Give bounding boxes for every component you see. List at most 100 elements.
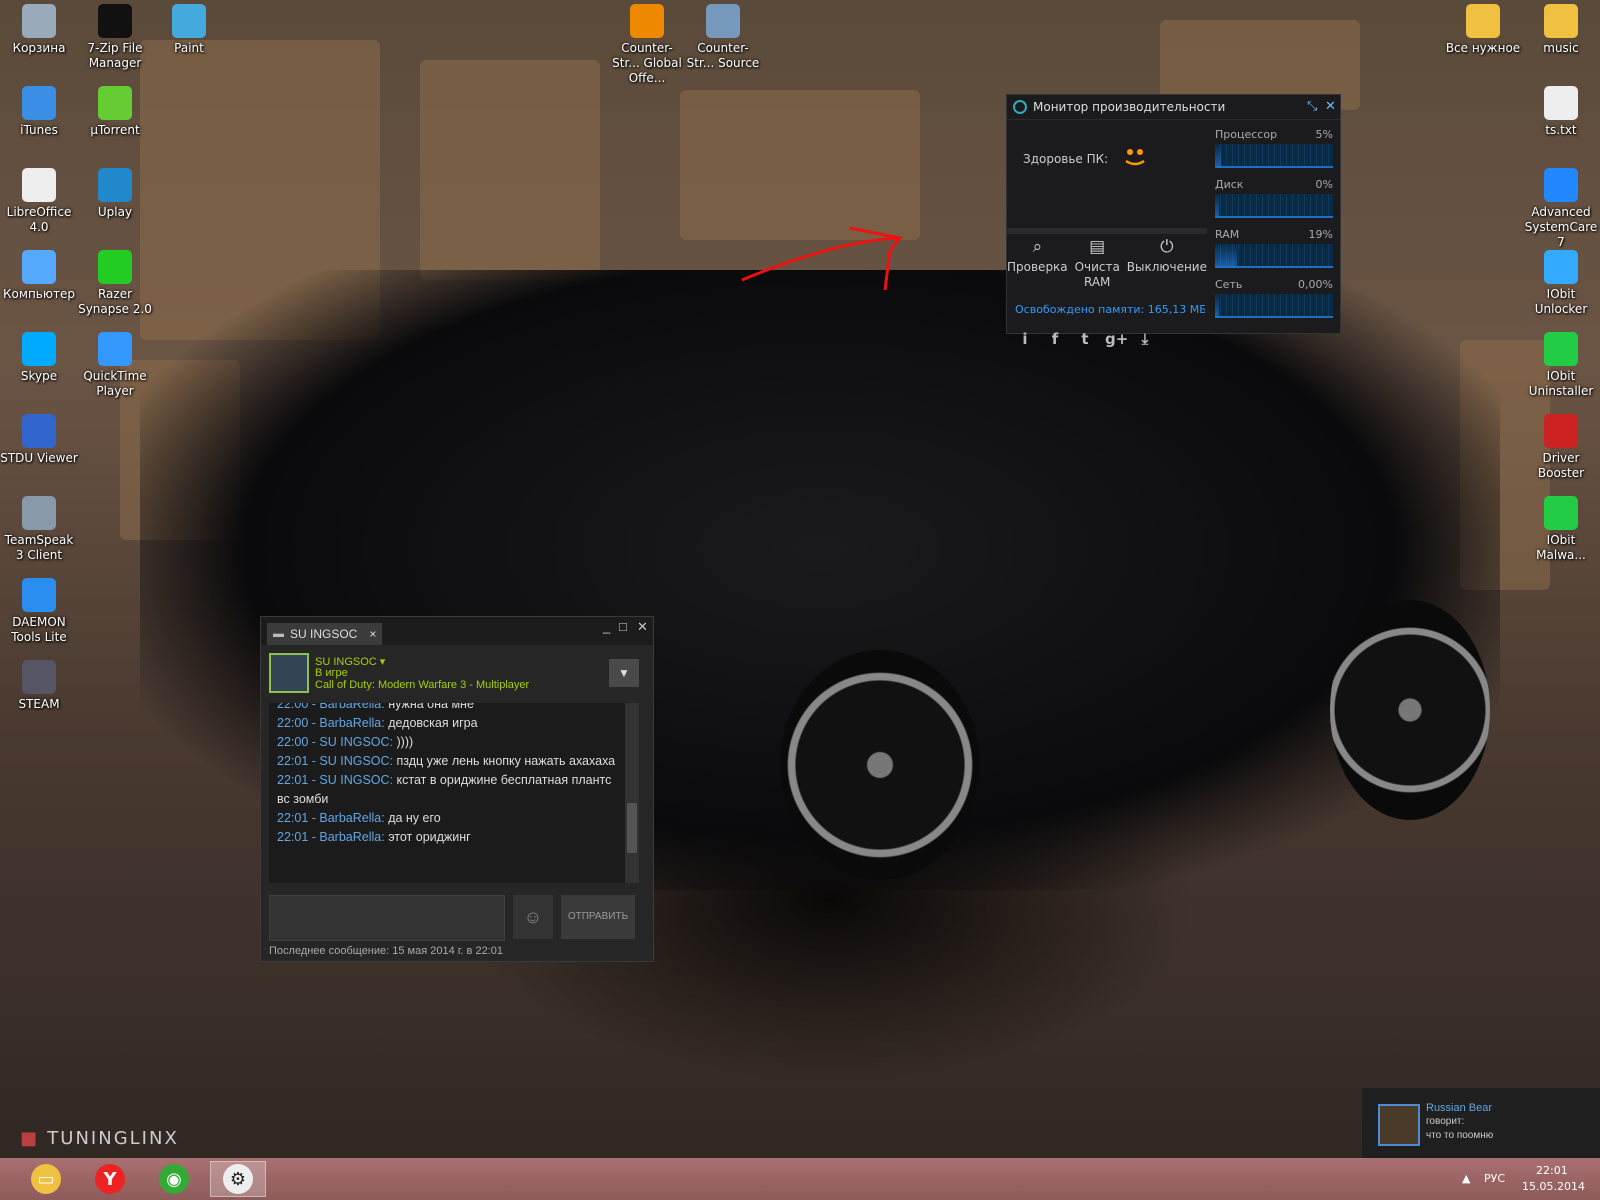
- paint-icon: [172, 4, 206, 38]
- desktop-icon[interactable]: 7-Zip File Manager: [76, 4, 154, 71]
- chat-options-button[interactable]: ▼: [609, 659, 639, 687]
- desktop-icon-label: Razer Synapse 2.0: [78, 287, 152, 316]
- download-icon[interactable]: ⤓: [1135, 330, 1155, 350]
- desktop-icon-label: Компьютер: [3, 287, 75, 301]
- taskbar-button-explorer[interactable]: ▭: [18, 1161, 74, 1197]
- desktop-icon[interactable]: Paint: [150, 4, 228, 56]
- desktop-icon[interactable]: LibreOffice 4.0: [0, 168, 78, 235]
- message-author[interactable]: SU INGSOC: [319, 773, 389, 787]
- chat-message-input[interactable]: [269, 895, 505, 941]
- emoticon-button[interactable]: ☺: [513, 895, 553, 939]
- iobit-unlocker-icon: [1544, 250, 1578, 284]
- facebook-icon[interactable]: f: [1045, 330, 1065, 350]
- desktop-icon[interactable]: QuickTime Player: [76, 332, 154, 399]
- message-text: нужна она мне: [388, 703, 474, 711]
- meter-graph: [1215, 244, 1333, 268]
- chat-scrollbar[interactable]: [625, 703, 639, 883]
- message-meta: 22:01 - SU INGSOC:: [277, 754, 397, 768]
- perf-action-button[interactable]: ⌕ Проверка: [1007, 239, 1068, 290]
- desktop-icon[interactable]: Driver Booster: [1522, 414, 1600, 481]
- taskbar-button-chrome[interactable]: ◉: [146, 1161, 202, 1197]
- desktop-icon[interactable]: Advanced SystemCare 7: [1522, 168, 1600, 250]
- meter-label: Сеть: [1215, 278, 1243, 291]
- desktop-icon[interactable]: Uplay: [76, 168, 154, 220]
- desktop-icon[interactable]: µTorrent: [76, 86, 154, 138]
- message-time: 22:01: [277, 754, 309, 768]
- language-indicator[interactable]: РУС: [1484, 1172, 1505, 1185]
- desktop-icon[interactable]: Counter-Str... Source: [684, 4, 762, 71]
- desktop-icon-label: TeamSpeak 3 Client: [4, 533, 74, 562]
- message-author[interactable]: SU INGSOC: [319, 754, 389, 768]
- message-author[interactable]: BarbaRella: [319, 830, 381, 844]
- desktop-icon[interactable]: DAEMON Tools Lite: [0, 578, 78, 645]
- tab-close-icon[interactable]: ×: [369, 627, 376, 641]
- desktop-icon[interactable]: Компьютер: [0, 250, 78, 302]
- desktop-icon[interactable]: IObit Malwa...: [1522, 496, 1600, 563]
- steam-message-notification[interactable]: Russian Bear говорит: что то поомню: [1362, 1088, 1600, 1160]
- perf-action-button[interactable]: ▤ Очиста RAM: [1068, 239, 1127, 290]
- desktop-icon[interactable]: Корзина: [0, 4, 78, 56]
- meter-label: Процессор: [1215, 128, 1278, 141]
- chat-log: 22:00 - BarbaRella: нужна она мне 22:00 -…: [269, 703, 625, 883]
- desktop-icon-label: Корзина: [12, 41, 66, 55]
- desktop-icon[interactable]: Skype: [0, 332, 78, 384]
- minimize-icon[interactable]: _: [603, 619, 610, 634]
- desktop-icon[interactable]: Все нужное: [1444, 4, 1522, 56]
- desktop-icon-label: LibreOffice 4.0: [6, 205, 72, 234]
- desktop-icon[interactable]: STEAM: [0, 660, 78, 712]
- taskbar-button-steam[interactable]: ⚙: [210, 1161, 266, 1197]
- window-close-icon[interactable]: ✕: [637, 619, 648, 635]
- desktop-icon[interactable]: Counter-Str... Global Offe...: [608, 4, 686, 86]
- meter-label: RAM: [1215, 228, 1240, 241]
- health-label: Здоровье ПК:: [1023, 152, 1109, 166]
- avatar[interactable]: [269, 653, 309, 693]
- desktop-icon-label: STDU Viewer: [0, 451, 78, 465]
- computer-icon: [22, 250, 56, 284]
- desktop-icon[interactable]: iTunes: [0, 86, 78, 138]
- message-author[interactable]: BarbaRella: [319, 716, 381, 730]
- send-button[interactable]: ОТПРАВИТЬ: [561, 895, 635, 939]
- google-plus-icon[interactable]: g+: [1105, 330, 1128, 350]
- desktop-icon-label: µTorrent: [90, 123, 140, 137]
- close-icon[interactable]: ✕: [1325, 99, 1336, 114]
- maximize-icon[interactable]: □: [619, 619, 627, 634]
- razer-icon: [98, 250, 132, 284]
- taskbar-button-yandex-browser[interactable]: Y: [82, 1161, 138, 1197]
- info-icon[interactable]: i: [1015, 330, 1035, 350]
- desktop-icon-label: Все нужное: [1445, 41, 1521, 55]
- twitter-icon[interactable]: t: [1075, 330, 1095, 350]
- desktop-icon[interactable]: STDU Viewer: [0, 414, 78, 466]
- desktop-icon[interactable]: Razer Synapse 2.0: [76, 250, 154, 317]
- chat-tab[interactable]: ▬ SU INGSOC ×: [267, 623, 383, 645]
- message-meta: 22:00 - BarbaRella:: [277, 703, 388, 711]
- desktop-icon-label: Advanced SystemCare 7: [1524, 205, 1598, 249]
- show-hidden-icons[interactable]: ▲: [1462, 1172, 1470, 1185]
- quicktime-icon: [98, 332, 132, 366]
- message-author[interactable]: SU INGSOC: [319, 735, 389, 749]
- collapse-icon[interactable]: ⤡: [1307, 99, 1317, 114]
- desktop-icon-label: DAEMON Tools Lite: [11, 615, 67, 644]
- meter-header: Сеть 0,00%: [1215, 278, 1333, 291]
- perf-action-label: Очиста RAM: [1074, 260, 1120, 289]
- clock-time[interactable]: 22:01: [1536, 1164, 1568, 1177]
- desktop-icon-label: Uplay: [97, 205, 133, 219]
- message-text: этот ориджинг: [388, 830, 471, 844]
- perf-action-button[interactable]: ⏻ Выключение: [1127, 239, 1207, 290]
- desktop-icon[interactable]: TeamSpeak 3 Client: [0, 496, 78, 563]
- meter-fill: [1215, 194, 1219, 216]
- message-meta: 22:00 - BarbaRella:: [277, 716, 389, 730]
- desktop-icon[interactable]: ts.txt: [1522, 86, 1600, 138]
- desktop-icon[interactable]: music: [1522, 4, 1600, 56]
- scrollbar-thumb[interactable]: [627, 803, 637, 853]
- perf-title-bar[interactable]: Монитор производительности: [1007, 95, 1340, 120]
- teamspeak-icon: [22, 496, 56, 530]
- desktop-icon[interactable]: IObit Uninstaller: [1522, 332, 1600, 399]
- message-author[interactable]: BarbaRella: [319, 811, 381, 825]
- chat-message: 22:01 - SU INGSOC: пздц уже лень кнопку …: [277, 752, 625, 771]
- message-author[interactable]: BarbaRella: [319, 703, 381, 711]
- desktop-icon[interactable]: IObit Unlocker: [1522, 250, 1600, 317]
- desktop-icon-label: ts.txt: [1545, 123, 1577, 137]
- meter-label: Диск: [1215, 178, 1244, 191]
- wallpaper: [0, 0, 1600, 1158]
- clock-date[interactable]: 15.05.2014: [1522, 1180, 1585, 1193]
